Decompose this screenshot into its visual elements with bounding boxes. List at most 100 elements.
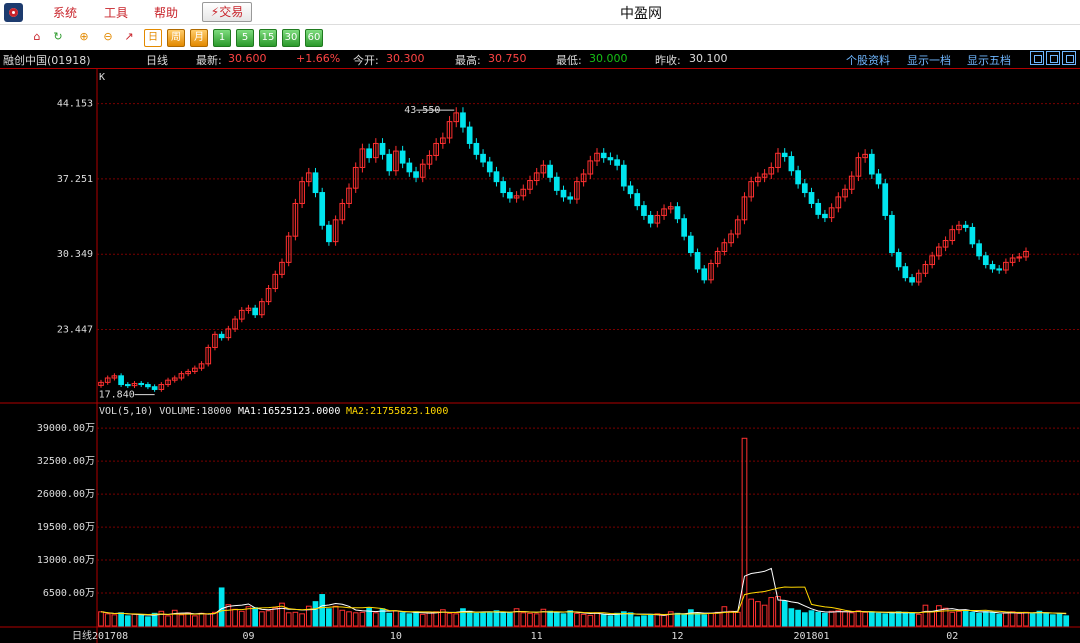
- candle-body: [493, 171, 500, 183]
- volume-bar: [755, 601, 761, 627]
- candle-body: [681, 218, 687, 237]
- period-5min-button[interactable]: 5: [236, 29, 254, 47]
- candle-body: [567, 196, 574, 200]
- volume-bar: [346, 611, 352, 627]
- expand-icon[interactable]: [1062, 51, 1076, 65]
- volume-bar: [721, 606, 728, 627]
- volume-bar: [332, 605, 339, 627]
- latest-value: 30.600: [228, 52, 267, 65]
- price-panel-label: K: [99, 72, 105, 83]
- volume-bar: [748, 598, 755, 627]
- candle-body: [553, 176, 560, 191]
- candle-body: [124, 384, 131, 387]
- menu-system[interactable]: 系统: [53, 4, 77, 21]
- change-value: +1.66%: [296, 52, 341, 65]
- volume-tick-label: 26000.00万: [37, 489, 95, 500]
- volume-bar: [614, 612, 620, 627]
- candle-body: [781, 152, 788, 158]
- volume-bar: [902, 611, 909, 627]
- volume-bar: [413, 611, 419, 627]
- volume-bar: [299, 613, 305, 627]
- volume-bar: [1049, 614, 1056, 627]
- volume-bar: [319, 594, 326, 627]
- volume-bar: [607, 615, 614, 627]
- volume-tick-label: 19500.00万: [37, 522, 95, 533]
- volume-bar: [185, 612, 191, 627]
- show-level1-link[interactable]: 显示一档: [907, 52, 951, 68]
- volume-bar: [795, 609, 801, 627]
- period-1min-button[interactable]: 1: [213, 29, 231, 47]
- candle-body: [500, 181, 507, 194]
- period-15min-button[interactable]: 15: [259, 29, 277, 47]
- menu-help[interactable]: 帮助: [154, 4, 178, 21]
- volume-bar: [312, 601, 319, 627]
- toolbar: ⌂ ↻ ⊕ ⊖ ↗ 日 周 月 1 5 15 30 60: [0, 25, 1080, 50]
- candle-body: [413, 171, 419, 178]
- volume-bar: [627, 612, 634, 627]
- volume-bar: [1023, 611, 1029, 627]
- volume-bar: [949, 611, 956, 627]
- period-month-button[interactable]: 月: [190, 29, 208, 47]
- zoom-out-icon[interactable]: ⊖: [100, 29, 116, 45]
- volume-header: VOL(5,10) VOLUME:18000: [99, 406, 231, 417]
- volume-bar: [674, 612, 681, 627]
- candle-body: [902, 266, 909, 279]
- period-day-button[interactable]: 日: [144, 29, 162, 47]
- volume-bar: [701, 614, 708, 627]
- x-axis-label: 10: [390, 631, 402, 642]
- candle-body: [326, 224, 332, 243]
- candle-body: [399, 150, 406, 164]
- candle-body: [882, 183, 889, 216]
- show-level5-link[interactable]: 显示五档: [967, 52, 1011, 68]
- app-logo-icon: [4, 3, 23, 22]
- period-week-button[interactable]: 周: [167, 29, 185, 47]
- zoom-in-icon[interactable]: ⊕: [76, 29, 92, 45]
- stock-info-link[interactable]: 个股资料: [846, 52, 890, 68]
- candle-body: [507, 192, 513, 199]
- menu-tools[interactable]: 工具: [104, 4, 128, 21]
- volume-bar: [165, 615, 171, 627]
- candle-body: [889, 214, 895, 254]
- volume-bar: [500, 611, 507, 627]
- candle-body: [486, 161, 493, 173]
- volume-bar: [339, 609, 346, 627]
- candle-body: [252, 307, 259, 316]
- latest-label: 最新:: [196, 54, 222, 67]
- volume-bar: [922, 604, 929, 627]
- candle-body: [868, 153, 875, 175]
- volume-bar: [969, 611, 976, 627]
- volume-bar: [996, 613, 1003, 627]
- scroll-right-icon[interactable]: [1046, 51, 1060, 65]
- candle-body: [982, 255, 989, 266]
- app-title: 中盈网: [620, 6, 662, 22]
- volume-bar: [1029, 613, 1036, 627]
- candle-body: [688, 235, 694, 254]
- volume-bar: [708, 612, 714, 627]
- volume-bar: [158, 610, 165, 627]
- volume-bar: [822, 612, 828, 627]
- volume-bar: [265, 610, 272, 627]
- period-30min-button[interactable]: 30: [282, 29, 300, 47]
- candle-body: [145, 384, 151, 388]
- candle-body: [614, 159, 620, 166]
- candle-body: [808, 192, 815, 204]
- home-icon[interactable]: ⌂: [29, 29, 45, 45]
- volume-bar: [191, 615, 198, 627]
- chart-icon[interactable]: ↗: [121, 29, 137, 45]
- candle-body: [118, 375, 124, 386]
- open-value: 30.300: [386, 52, 425, 65]
- volume-tick-label: 32500.00万: [37, 456, 95, 467]
- volume-bar: [131, 613, 138, 627]
- volume-bar: [1056, 613, 1063, 627]
- scroll-left-icon[interactable]: [1030, 51, 1044, 65]
- trade-button[interactable]: ⚡交易: [202, 2, 252, 22]
- high-label: 最高:: [455, 54, 481, 67]
- volume-tick-label: 13000.00万: [37, 555, 95, 566]
- volume-bar: [225, 604, 232, 627]
- candle-body: [547, 164, 553, 178]
- kline-chart[interactable]: K 44.153 37.251 30.349 23.447 39000.00万 32500.…: [0, 68, 1080, 643]
- period-60min-button[interactable]: 60: [305, 29, 323, 47]
- refresh-icon[interactable]: ↻: [50, 29, 66, 45]
- volume-bar: [205, 613, 212, 627]
- volume-bar: [895, 611, 902, 627]
